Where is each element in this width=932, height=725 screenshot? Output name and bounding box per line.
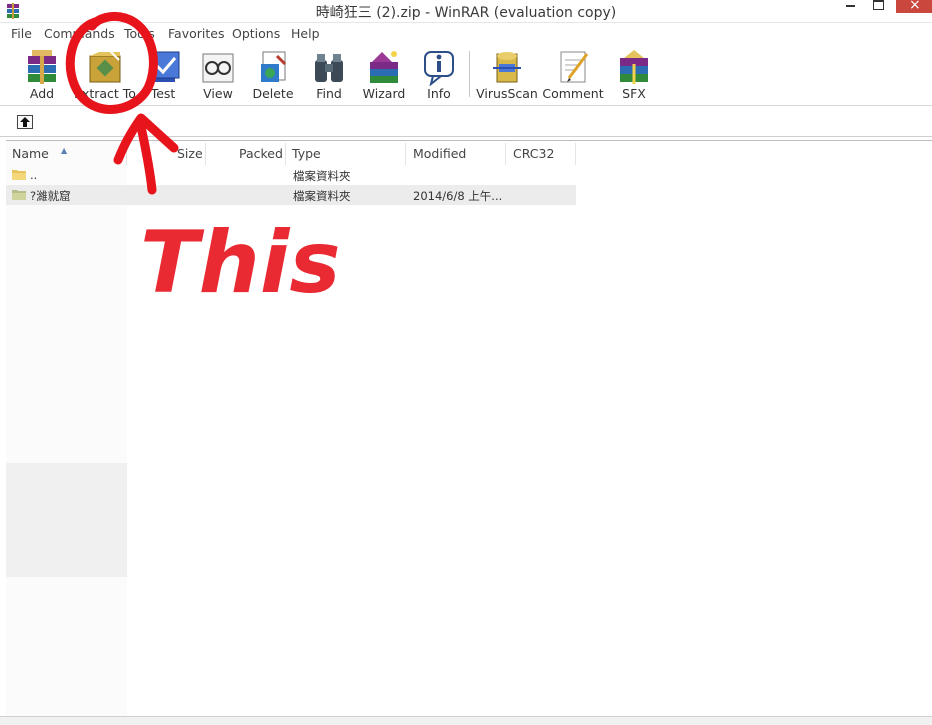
sfx-button[interactable]: SFX [606,48,662,104]
toolbar: Add Extract To Test View Delete Find Wiz… [0,43,932,106]
column-packed[interactable]: Packed [206,143,286,165]
title-bar: 時崎狂三 (2).zip - WinRAR (evaluation copy) [0,0,932,23]
table-row[interactable]: ?濰就窟 檔案資料夾 2014/6/8 上午... [6,185,576,205]
menu-bar: File Commands Tools Favorites Options He… [0,23,932,43]
row-name: ?濰就窟 [30,189,71,203]
virusscan-button[interactable]: VirusScan [476,48,538,104]
wizard-icon [370,51,398,83]
column-size[interactable]: Size [127,143,206,165]
menu-commands[interactable]: Commands [44,26,115,41]
row-type: 檔案資料夾 [293,169,351,183]
sort-ascending-icon: ▲ [61,146,68,155]
virusscan-label: VirusScan [476,86,538,101]
table-row[interactable]: .. 檔案資料夾 [6,165,576,185]
status-bar [0,716,932,725]
row-modified: 2014/6/8 上午... [413,189,503,203]
path-bar [0,107,932,137]
folder-icon [12,190,26,200]
column-name[interactable]: Name ▲ [6,143,127,165]
add-archive-icon [28,50,56,84]
minimize-button[interactable] [838,0,862,10]
sfx-label: SFX [622,86,646,101]
folder-icon [12,170,26,180]
menu-tools[interactable]: Tools [124,26,155,41]
info-label: Info [427,86,451,101]
info-icon [424,51,454,86]
list-ghost-block [6,463,127,577]
arrow-up-icon [20,117,30,127]
view-icon [202,53,234,83]
menu-file[interactable]: File [11,26,32,41]
up-one-level-button[interactable] [17,115,33,129]
info-button[interactable]: Info [411,48,467,104]
column-modified[interactable]: Modified [406,143,506,165]
column-crc32[interactable]: CRC32 [506,143,576,165]
virusscan-icon [493,52,521,83]
comment-icon [560,51,589,83]
close-button[interactable] [896,0,932,13]
window-title: 時崎狂三 (2).zip - WinRAR (evaluation copy) [315,5,617,21]
find-icon [315,54,343,82]
maximize-button[interactable] [866,0,890,10]
column-type[interactable]: Type [286,143,406,165]
test-icon [149,51,180,82]
add-button[interactable]: Add [14,48,70,104]
comment-button[interactable]: Comment [542,48,604,104]
list-left-shade [6,141,127,717]
file-list[interactable]: Name ▲ Size Packed Type Modified CRC32 .… [6,140,932,717]
row-type: 檔案資料夾 [293,189,351,203]
row-name: .. [30,168,38,182]
delete-icon [261,51,287,82]
extract-to-icon [89,49,121,83]
menu-favorites[interactable]: Favorites [168,26,224,41]
menu-options[interactable]: Options [232,26,280,41]
sfx-icon [620,50,648,84]
menu-help[interactable]: Help [291,26,320,41]
